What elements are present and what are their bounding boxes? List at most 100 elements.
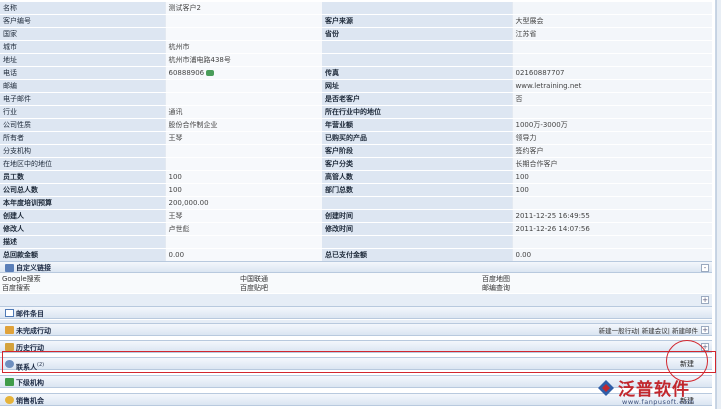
field-label: 修改时间 [322, 222, 512, 237]
field-label: 城市 [0, 40, 165, 55]
field-value: 测试客户2 [164, 2, 322, 16]
detail-row: 本年度培训预算 200,000.00 [0, 196, 712, 211]
field-value: 否 [511, 92, 712, 107]
detail-row: 地址 杭州市浦电路438号 [0, 53, 712, 68]
field-label [322, 53, 512, 68]
new-general-activity-link[interactable]: 新建一般行动 [599, 327, 638, 335]
field-value: 通讯 [164, 105, 322, 120]
field-value: 0.00 [164, 248, 322, 263]
detail-row: 描述 [0, 235, 712, 250]
phone-number: 60888906 [168, 69, 205, 78]
field-value [164, 14, 322, 29]
open-activities-actions: 新建一般行动| 新建会议| 新建邮件 [598, 327, 698, 335]
field-value [164, 157, 322, 172]
detail-row: 在地区中的地位 客户分类 长期合作客户 [0, 157, 712, 172]
field-value: 卢世彪 [164, 222, 322, 237]
field-label: 公司总人数 [0, 183, 165, 198]
field-label: 部门总数 [322, 183, 512, 198]
field-label: 地址 [0, 53, 165, 68]
detail-row: 邮编 网址 www.letraining.net [0, 79, 712, 94]
detail-row: 创建人 王琴 创建时间 2011-12-25 16:49:55 [0, 209, 712, 224]
field-label: 所有者 [0, 131, 165, 146]
field-label: 创建人 [0, 209, 165, 224]
field-value [511, 105, 712, 120]
field-label: 描述 [0, 235, 165, 250]
watermark-brand: 泛普软件 [618, 380, 690, 400]
field-label: 创建时间 [322, 209, 512, 224]
field-label [322, 40, 512, 55]
field-label: 是否老客户 [322, 92, 512, 107]
collapse-toggle[interactable]: - [701, 264, 709, 272]
field-label: 总回款金额 [0, 248, 165, 263]
phone-icon[interactable] [206, 70, 215, 77]
field-value [511, 235, 712, 250]
field-label: 总已支付金额 [322, 248, 512, 263]
detail-row: 城市 杭州市 [0, 40, 712, 55]
field-value: 60888906 [164, 66, 322, 81]
vertical-scrollbar[interactable] [716, 0, 721, 409]
watermark-url: www.fanpusoft.com [622, 398, 695, 406]
field-value: 1000万-3000万 [511, 118, 712, 133]
field-value [164, 235, 322, 250]
field-label: 在地区中的地位 [0, 157, 165, 172]
field-value: 股份合作制企业 [164, 118, 322, 133]
link-baidu-tieba[interactable]: 百度贴吧 [240, 283, 268, 293]
field-label: 邮编 [0, 79, 165, 94]
expand-toggle[interactable]: + [701, 296, 709, 304]
detail-row: 国家 省份 江苏省 [0, 27, 712, 42]
link-icon [5, 264, 14, 272]
new-contact-button[interactable]: 新建 [680, 359, 694, 369]
field-label [322, 235, 512, 250]
highlight-box [2, 351, 716, 373]
field-value: 0.00 [511, 248, 712, 263]
field-label: 网址 [322, 79, 512, 94]
opportunities-title: 销售机会 [16, 397, 44, 405]
custom-links-panel: Google搜索 中国联通 百度地图 百度搜索 百度贴吧 邮编查询 [0, 273, 712, 293]
field-value: 签约客户 [511, 144, 712, 159]
field-value: www.letraining.net [511, 79, 712, 94]
detail-row: 公司总人数 100 部门总数 100 [0, 183, 712, 198]
field-label: 客户编号 [0, 14, 165, 29]
field-value [511, 40, 712, 55]
detail-row: 电子邮件 是否老客户否 [0, 92, 712, 107]
field-label: 年营业额 [322, 118, 512, 133]
link-postcode-query[interactable]: 邮编查询 [482, 283, 510, 293]
new-mail-link[interactable]: 新建邮件 [672, 327, 698, 335]
field-value [164, 27, 322, 42]
subsidiaries-title: 下级机构 [16, 379, 44, 387]
customer-detail-table: 名称 测试客户2 客户编号 客户来源 大型展会 国家 省份 江苏省 城市 杭州市 地址 杭州市浦电路4… [0, 2, 712, 263]
opportunity-icon [5, 396, 14, 404]
field-value [511, 2, 712, 16]
custom-links-header[interactable]: 自定义链接 - [0, 261, 712, 273]
field-label: 电话 [0, 66, 165, 81]
field-label: 客户阶段 [322, 144, 512, 159]
field-label: 省份 [322, 27, 512, 42]
detail-row: 电话 60888906 传真 02160887707 [0, 66, 712, 81]
detail-row: 客户编号 客户来源 大型展会 [0, 14, 712, 29]
mail-items-header[interactable]: 邮件条目 [0, 306, 712, 319]
field-value [164, 79, 322, 94]
field-value: 100 [511, 183, 712, 198]
field-value: 杭州市浦电路438号 [164, 53, 322, 68]
expand-toggle[interactable]: + [701, 326, 709, 334]
field-label: 客户来源 [322, 14, 512, 29]
history-icon [5, 343, 14, 351]
detail-row: 员工数 100 高管人数 100 [0, 170, 712, 185]
field-value: 王琴 [164, 209, 322, 224]
open-activities-header[interactable]: 未完成行动 新建一般行动| 新建会议| 新建邮件 + [0, 323, 712, 336]
field-label: 客户分类 [322, 157, 512, 172]
field-label: 已购买的产品 [322, 131, 512, 146]
field-value: 02160887707 [511, 66, 712, 81]
new-meeting-link[interactable]: 新建会议 [642, 327, 668, 335]
link-baidu-search[interactable]: 百度搜索 [2, 283, 30, 293]
field-label: 本年度培训预算 [0, 196, 165, 211]
spacer-bar: + [0, 293, 712, 306]
field-value: 100 [164, 170, 322, 185]
field-label: 国家 [0, 27, 165, 42]
customer-detail-frame: 名称 测试客户2 客户编号 客户来源 大型展会 国家 省份 江苏省 城市 杭州市 地址 杭州市浦电路4… [0, 0, 716, 409]
field-value [164, 92, 322, 107]
detail-row: 修改人 卢世彪 修改时间 2011-12-26 14:07:56 [0, 222, 712, 237]
field-label: 分支机构 [0, 144, 165, 159]
fanpu-logo-icon [598, 380, 614, 396]
detail-row: 总回款金额 0.00 总已支付金额 0.00 [0, 248, 712, 263]
